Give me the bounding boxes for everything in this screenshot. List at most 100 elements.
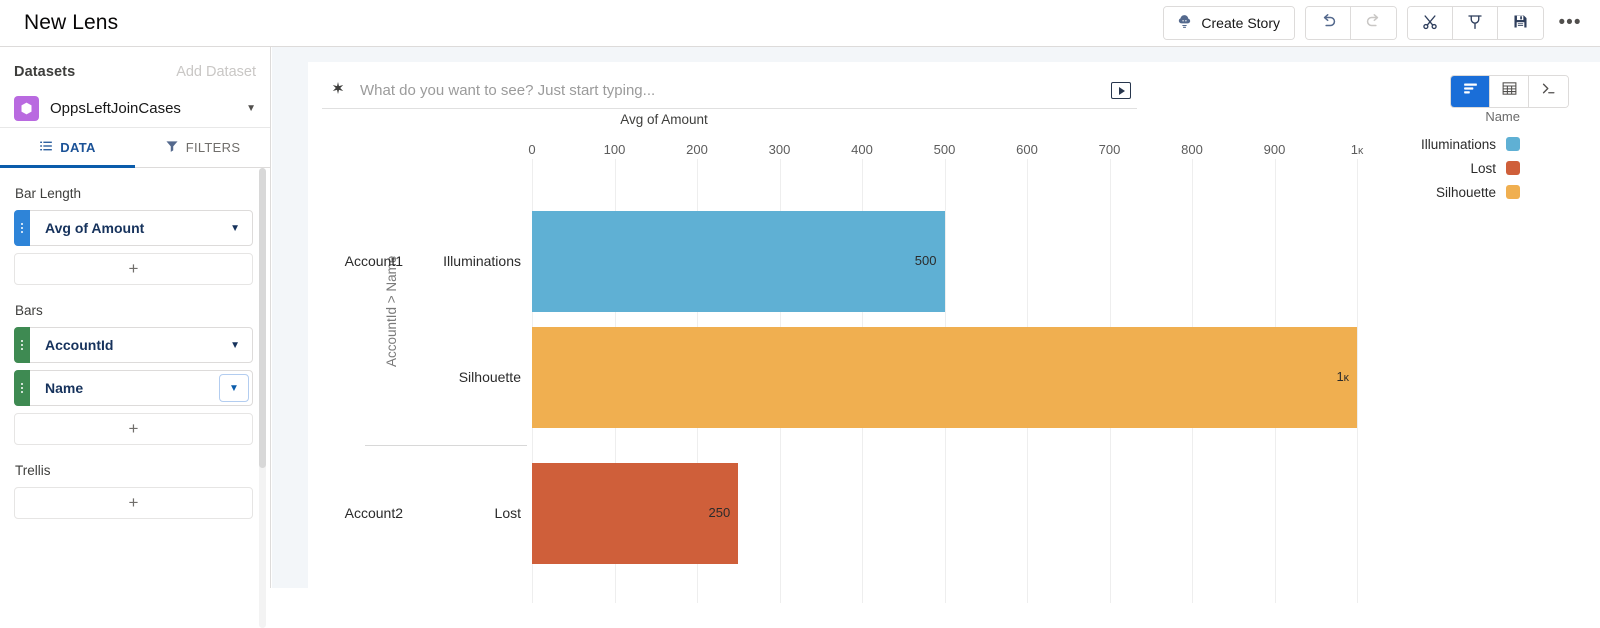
section-label-bars: Bars [15,303,253,318]
field-label: AccountId [45,337,113,353]
save-disk-icon [1512,13,1529,33]
section-label-trellis: Trellis [15,463,253,478]
app-topbar: New Lens Create Story [0,0,1600,47]
bar-value-label: 500 [897,253,937,268]
chevron-down-icon[interactable]: ▼ [230,340,240,351]
field-name[interactable]: Name ▼ [14,370,253,406]
redo-button[interactable] [1351,7,1396,39]
x-tick-label: 200 [686,142,708,157]
tab-filters[interactable]: FILTERS [135,128,270,167]
drag-handle-icon[interactable] [14,327,30,363]
x-tick-label: 500 [934,142,956,157]
x-tick-label: 100 [604,142,626,157]
view-toggle-group [1450,75,1569,108]
field-avg-of-amount[interactable]: Avg of Amount ▼ [14,210,253,246]
pin-button[interactable] [1453,7,1498,39]
save-button[interactable] [1498,7,1543,39]
datasets-header: Datasets Add Dataset [0,54,270,90]
group-separator [365,445,527,446]
y-category-label: Silhouette [368,369,521,385]
chart-container: Avg of Amount AccountId > Name 010020030… [308,117,1600,588]
legend-item-label: Lost [1470,161,1496,176]
lens-card: What do you want to see? Just start typi… [308,62,1600,588]
chart-view-button[interactable] [1451,76,1490,107]
tab-data-label: DATA [60,140,95,155]
run-query-button[interactable] [1111,82,1131,99]
field-label: Name [45,380,83,396]
x-tick-label: 1ᴋ [1351,142,1364,157]
scissors-icon [1421,13,1439,34]
tab-filters-label: FILTERS [186,140,241,155]
bar-value-label: 250 [690,505,730,520]
chevron-down-icon[interactable]: ▼ [219,374,249,402]
plus-icon: + [129,419,139,439]
add-bars-button[interactable]: + [14,413,253,445]
query-view-button[interactable] [1529,76,1568,107]
search-placeholder: What do you want to see? Just start typi… [360,82,655,99]
undo-button[interactable] [1306,7,1351,39]
create-story-button[interactable]: Create Story [1164,7,1294,39]
field-accountid[interactable]: AccountId ▼ [14,327,253,363]
legend-item[interactable]: Silhouette [1398,180,1520,204]
add-bar-length-button[interactable]: + [14,253,253,285]
plus-icon: + [129,259,139,279]
datasets-label: Datasets [14,64,75,80]
y-group-label: Account2 [268,505,403,521]
search-row: What do you want to see? Just start typi… [308,62,1600,110]
plus-icon: + [129,493,139,513]
legend-item[interactable]: Lost [1398,156,1520,180]
legend-item[interactable]: Illuminations [1398,132,1520,156]
ellipsis-icon: ••• [1559,12,1582,34]
x-tick-label: 700 [1099,142,1121,157]
x-tick-label: 800 [1181,142,1203,157]
history-group [1305,6,1397,40]
funnel-icon [165,139,179,156]
x-tick-label: 0 [528,142,535,157]
bar-chart-icon [1462,80,1479,102]
sidebar-scrollbar-thumb[interactable] [259,168,266,468]
main-content: What do you want to see? Just start typi… [272,47,1600,588]
sidebar-tabs: DATA FILTERS [0,128,270,168]
create-story-label: Create Story [1201,15,1280,31]
add-dataset-button[interactable]: Add Dataset [176,64,256,80]
x-tick-label: 400 [851,142,873,157]
tab-data[interactable]: DATA [0,128,135,167]
y-group-label: Account1 [268,253,403,269]
x-tick-label: 900 [1264,142,1286,157]
chart-legend: Name IlluminationsLostSilhouette [1398,109,1520,204]
legend-swatch [1506,137,1520,151]
tools-group [1407,6,1544,40]
left-sidebar: Datasets Add Dataset OppsLeftJoinCases ▼… [0,47,271,588]
more-options-button[interactable]: ••• [1548,6,1592,40]
field-label: Avg of Amount [45,220,144,236]
chevron-down-icon[interactable]: ▼ [230,223,240,234]
add-trellis-button[interactable]: + [14,487,253,519]
legend-swatch [1506,161,1520,175]
pin-icon [1466,13,1484,34]
chart-bar[interactable] [532,327,1357,428]
chart-gridline [1357,159,1358,603]
grid-table-icon [1501,80,1518,102]
code-prompt-icon [1540,80,1557,102]
drag-handle-icon[interactable] [14,210,30,246]
drag-handle-icon[interactable] [14,370,30,406]
clip-button[interactable] [1408,7,1453,39]
redo-icon [1364,12,1383,34]
page-title: New Lens [24,11,118,35]
bar-value-label: 1ᴋ [1309,369,1349,384]
topbar-actions: Create Story [1163,0,1600,47]
section-label-bar-length: Bar Length [15,186,253,201]
create-story-group: Create Story [1163,6,1295,40]
legend-item-label: Illuminations [1421,137,1496,152]
table-view-button[interactable] [1490,76,1529,107]
search-input[interactable]: What do you want to see? Just start typi… [322,74,1137,109]
x-tick-label: 300 [769,142,791,157]
sidebar-panel: Bar Length Avg of Amount ▼ + Bars Accoun… [0,168,270,628]
legend-item-label: Silhouette [1436,185,1496,200]
play-icon [1119,87,1125,95]
list-icon [39,139,53,156]
legend-swatch [1506,185,1520,199]
undo-icon [1319,12,1338,34]
story-icon [1176,13,1193,33]
chart-bar[interactable] [532,211,945,312]
